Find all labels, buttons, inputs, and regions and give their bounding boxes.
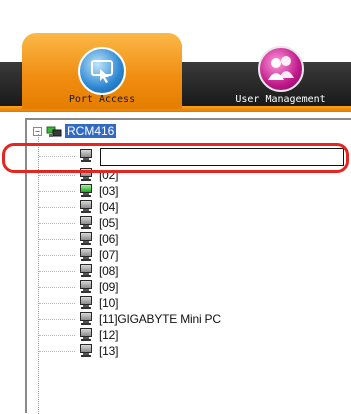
tree-port-row[interactable]: [03] <box>39 183 119 199</box>
tree-port-row[interactable]: [10] <box>39 295 119 311</box>
tree-branch-line <box>39 303 75 304</box>
tree-port-label: [11]GIGABYTE Mini PC <box>99 312 221 326</box>
top-navigation: Port Access User Management <box>0 0 351 112</box>
tab-port-access[interactable]: Port Access <box>22 33 182 109</box>
tree-branch-line <box>39 271 75 272</box>
tree-root[interactable]: − RCM416 <box>33 124 117 138</box>
tree-branch-line <box>39 351 75 352</box>
tree-port-row[interactable]: [13] <box>39 343 119 359</box>
tree-branch-line <box>39 255 75 256</box>
port-name-input[interactable] <box>100 148 344 166</box>
collapse-icon[interactable]: − <box>33 126 42 136</box>
tree-port-row[interactable]: [06] <box>39 231 119 247</box>
tree-root-label[interactable]: RCM416 <box>65 124 117 138</box>
tree-port-row[interactable]: [05] <box>39 215 119 231</box>
tree-port-row[interactable]: [12] <box>39 327 119 343</box>
tree-port-label: [03] <box>99 184 119 198</box>
tree-port-row[interactable]: [11]GIGABYTE Mini PC <box>39 311 221 327</box>
tree-port-label: [04] <box>99 200 119 214</box>
tree-branch-line <box>39 223 75 224</box>
tree-port-label: [05] <box>99 216 119 230</box>
computer-icon <box>79 216 93 230</box>
computer-icon <box>79 280 93 294</box>
tree-port-label: [13] <box>99 344 119 358</box>
tree-port-row[interactable]: [07] <box>39 247 119 263</box>
tree-branch-line <box>39 156 75 157</box>
computer-icon <box>79 200 93 214</box>
tree-port-row[interactable]: [09] <box>39 279 119 295</box>
tree-port-row-01[interactable] <box>39 148 99 164</box>
tree-port-label: [09] <box>99 280 119 294</box>
computer-icon <box>79 149 93 163</box>
tree-port-label: [06] <box>99 232 119 246</box>
computer-icon <box>79 296 93 310</box>
tree-branch-line <box>39 335 75 336</box>
tree-branch-line <box>39 175 75 176</box>
tree-branch-line <box>39 319 75 320</box>
tree-branch-line <box>39 191 75 192</box>
tree-guide-line <box>38 134 39 414</box>
tree-port-label: [08] <box>99 264 119 278</box>
kvm-switch-icon <box>46 125 62 137</box>
tab-user-management[interactable]: User Management <box>210 46 351 106</box>
port-access-icon <box>78 47 126 95</box>
tree-port-label: [02] <box>99 168 119 182</box>
computer-online-icon <box>79 184 93 198</box>
tree-branch-line <box>39 207 75 208</box>
computer-icon <box>79 232 93 246</box>
computer-icon <box>79 264 93 278</box>
computer-icon <box>79 248 93 262</box>
tree-branch-line <box>39 239 75 240</box>
user-management-icon <box>257 46 304 92</box>
tab-port-access-label: Port Access <box>68 94 136 105</box>
computer-icon <box>79 312 93 326</box>
computer-icon <box>79 328 93 342</box>
tree-port-label: [07] <box>99 248 119 262</box>
tree-port-row[interactable]: [08] <box>39 263 119 279</box>
tree-port-label: [12] <box>99 328 119 342</box>
tab-user-management-label: User Management <box>235 94 326 105</box>
tree-branch-line <box>39 287 75 288</box>
computer-icon <box>79 344 93 358</box>
tree-port-row[interactable]: [04] <box>39 199 119 215</box>
tree-port-row[interactable]: [02] <box>39 167 119 183</box>
port-tree-panel: − RCM416 [02] [03] [04] [05] [06] [07] [08] [09… <box>25 118 351 414</box>
computer-icon <box>79 168 93 182</box>
tree-port-label: [10] <box>99 296 119 310</box>
